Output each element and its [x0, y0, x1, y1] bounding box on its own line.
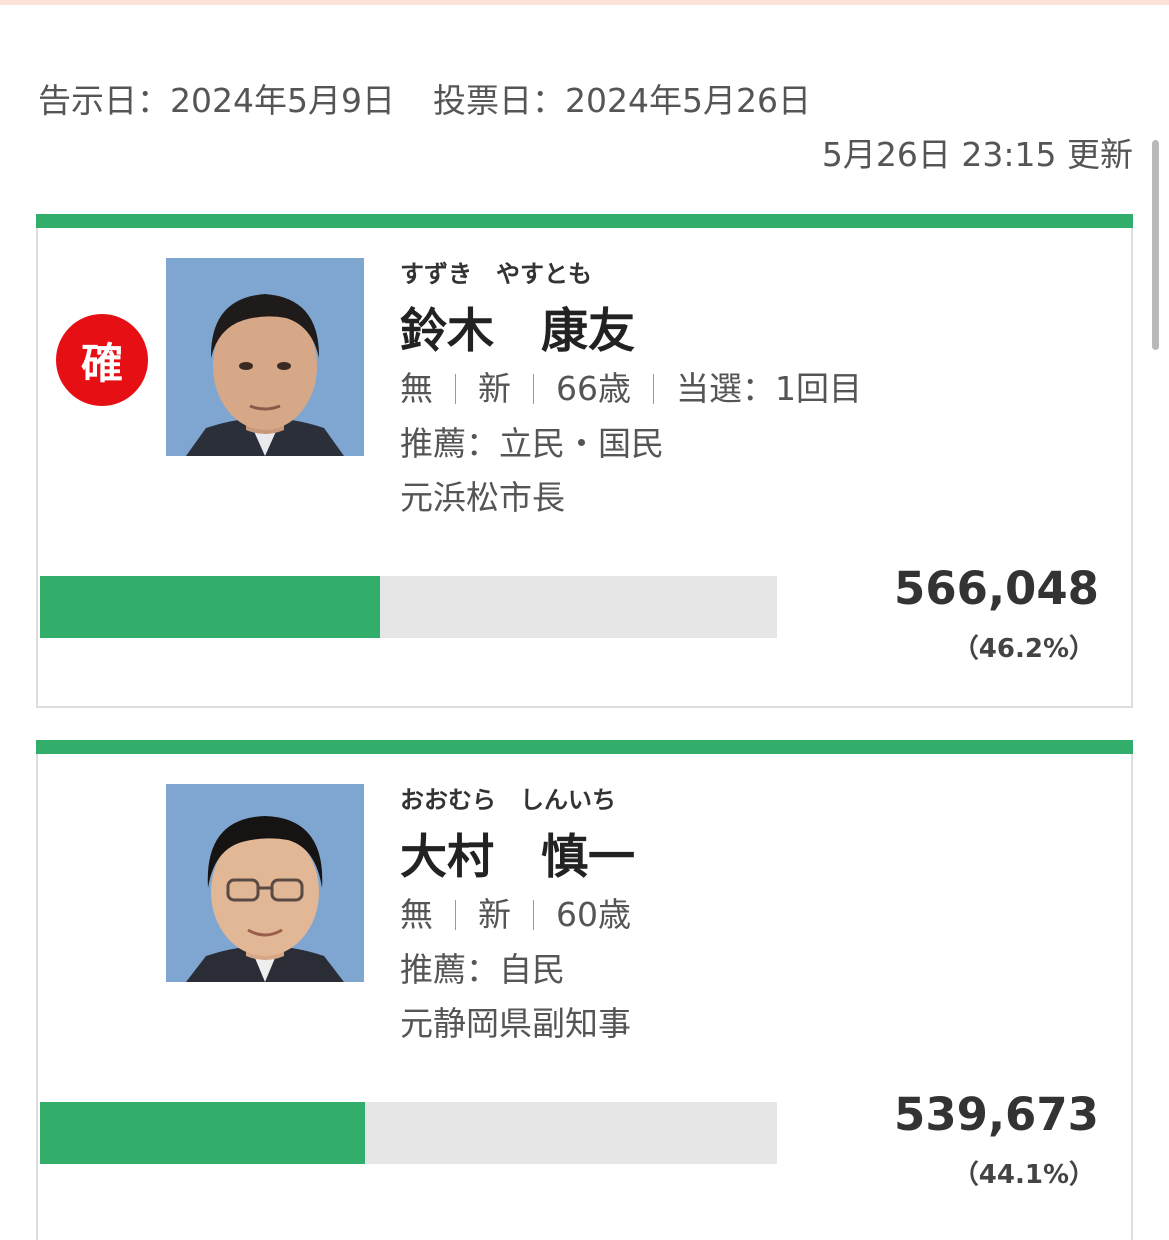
vote-count: 566,048 [894, 562, 1099, 615]
vote-percent: （44.1%） [952, 1160, 1095, 1190]
candidate-meta: 無 新 66歳 当選：1回目 [400, 362, 862, 410]
divider [533, 900, 534, 930]
candidate-card[interactable]: 確 すずき やすとも 鈴木 康友 無 新 66歳 当選：1回目 推薦：立民・国民 元浜… [36, 214, 1133, 708]
vote-bar-track [40, 1102, 777, 1164]
vote-bar-fill [40, 576, 380, 638]
candidate-kana: おおむら しんいち [400, 786, 616, 814]
vote-bar-track [40, 576, 777, 638]
divider [455, 900, 456, 930]
candidate-name: 鈴木 康友 [400, 304, 635, 359]
age-label: 66歳 [556, 369, 631, 408]
election-dates: 告示日：2024年5月9日 投票日：2024年5月26日 [38, 74, 811, 122]
vote-bar-fill [40, 1102, 365, 1164]
candidate-kana: すずき やすとも [400, 260, 592, 288]
candidate-name: 大村 慎一 [400, 830, 635, 885]
divider [653, 374, 654, 404]
status-label: 新 [478, 895, 511, 934]
top-accent-strip [0, 0, 1169, 5]
career: 元浜松市長 [400, 478, 565, 517]
card-accent-bar [36, 214, 1133, 228]
scrollbar[interactable] [1152, 140, 1159, 350]
endorsement: 推薦：立民・国民 [400, 424, 664, 463]
updated-timestamp: 5月26日 23:15 更新 [821, 135, 1133, 174]
card-accent-bar [36, 740, 1133, 754]
divider [533, 374, 534, 404]
candidate-photo [166, 784, 364, 982]
candidate-card[interactable]: おおむら しんいち 大村 慎一 無 新 60歳 推薦：自民 元静岡県副知事 539,… [36, 740, 1133, 1240]
career: 元静岡県副知事 [400, 1004, 631, 1043]
vote-percent: （46.2%） [952, 634, 1095, 664]
age-label: 60歳 [556, 895, 631, 934]
party-label: 無 [400, 369, 433, 408]
endorsement: 推薦：自民 [400, 950, 565, 989]
wins-label: 当選：1回目 [676, 369, 862, 408]
candidate-meta: 無 新 60歳 [400, 888, 631, 936]
vote-date: 投票日：2024年5月26日 [432, 81, 811, 120]
party-label: 無 [400, 895, 433, 934]
divider [455, 374, 456, 404]
status-label: 新 [478, 369, 511, 408]
candidate-photo [166, 258, 364, 456]
vote-count: 539,673 [894, 1088, 1099, 1141]
notice-date: 告示日：2024年5月9日 [38, 81, 395, 120]
elected-badge: 確 [56, 314, 148, 406]
